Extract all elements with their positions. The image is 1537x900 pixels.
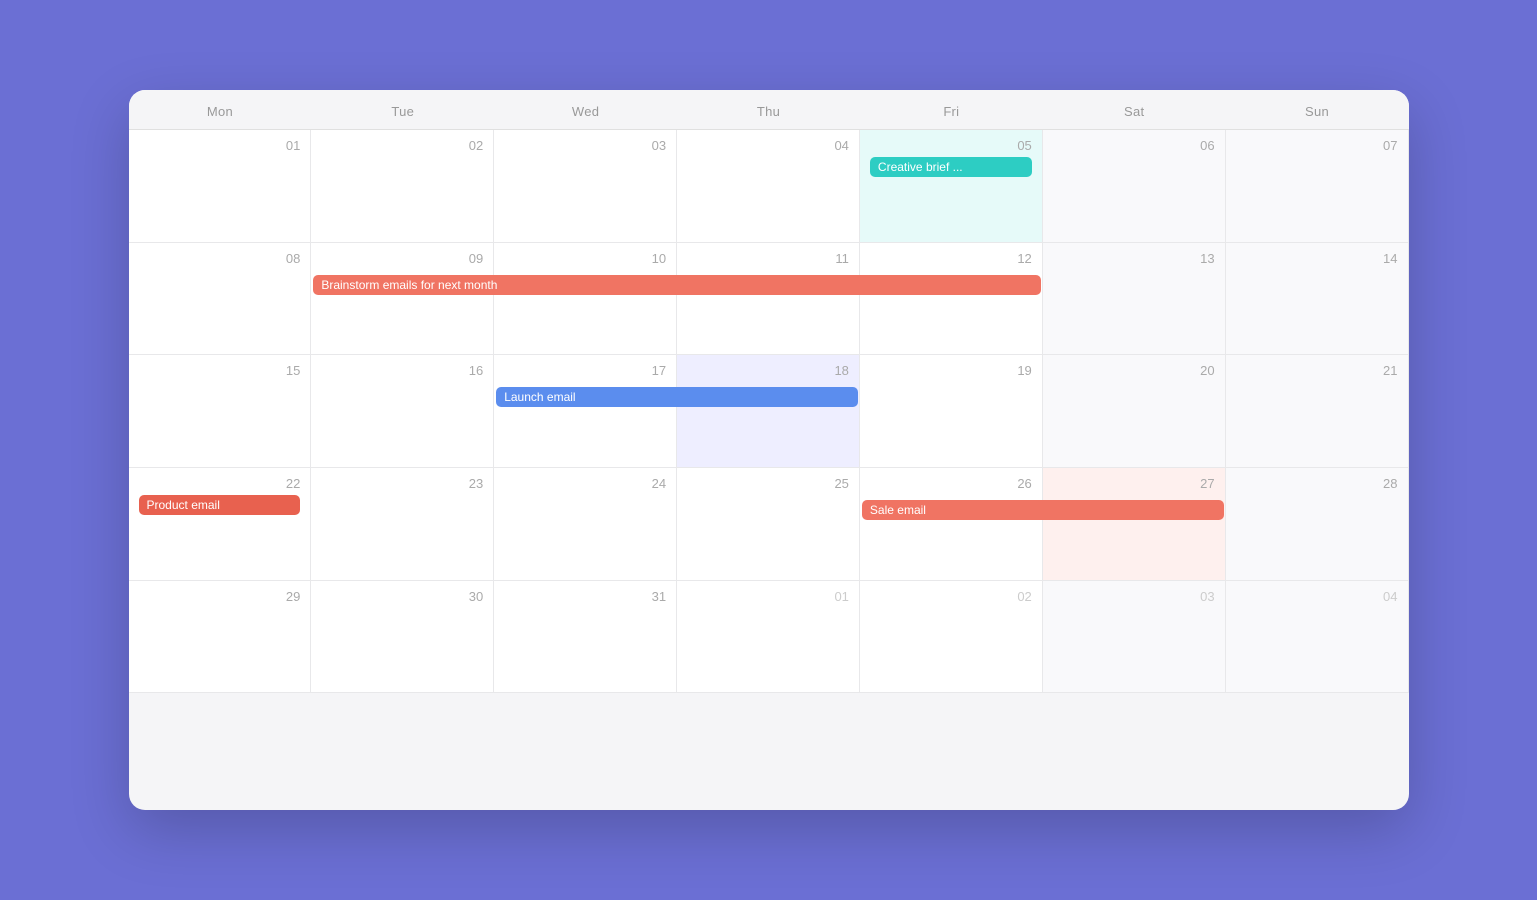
day-num: 11 [687, 251, 849, 266]
day-num: 08 [139, 251, 301, 266]
day-header-mon: Mon [129, 104, 312, 119]
day-num: 06 [1053, 138, 1215, 153]
day-num: 01 [687, 589, 849, 604]
day-num: 15 [139, 363, 301, 378]
cell-01[interactable]: 01 [129, 130, 312, 243]
calendar: Mon Tue Wed Thu Fri Sat Sun 01 02 03 04 … [129, 90, 1409, 810]
day-num: 14 [1236, 251, 1398, 266]
cell-09[interactable]: 09 [311, 243, 494, 356]
day-header-wed: Wed [494, 104, 677, 119]
day-num: 02 [870, 589, 1032, 604]
cell-23[interactable]: 23 [311, 468, 494, 581]
cell-29[interactable]: 29 [129, 581, 312, 694]
cell-10[interactable]: 10 [494, 243, 677, 356]
day-num: 16 [321, 363, 483, 378]
day-num: 18 [687, 363, 849, 378]
cell-25[interactable]: 25 [677, 468, 860, 581]
cell-11[interactable]: 11 [677, 243, 860, 356]
cell-27[interactable]: 27 [1043, 468, 1226, 581]
cell-19[interactable]: 19 [860, 355, 1043, 468]
cell-26[interactable]: 26 [860, 468, 1043, 581]
day-header-fri: Fri [860, 104, 1043, 119]
cell-next-02[interactable]: 02 [860, 581, 1043, 694]
day-num: 20 [1053, 363, 1215, 378]
cell-24[interactable]: 24 [494, 468, 677, 581]
event-product-email[interactable]: Product email [139, 495, 301, 515]
cell-next-04[interactable]: 04 [1226, 581, 1409, 694]
cell-03[interactable]: 03 [494, 130, 677, 243]
day-header-sat: Sat [1043, 104, 1226, 119]
day-num: 12 [870, 251, 1032, 266]
day-num: 21 [1236, 363, 1398, 378]
day-num: 09 [321, 251, 483, 266]
day-num: 01 [139, 138, 301, 153]
cell-14[interactable]: 14 [1226, 243, 1409, 356]
day-header-thu: Thu [677, 104, 860, 119]
day-header-tue: Tue [311, 104, 494, 119]
day-num: 29 [139, 589, 301, 604]
day-num: 17 [504, 363, 666, 378]
event-creative-brief[interactable]: Creative brief ... [870, 157, 1032, 177]
cell-28[interactable]: 28 [1226, 468, 1409, 581]
day-num: 19 [870, 363, 1032, 378]
day-num: 26 [870, 476, 1032, 491]
day-num: 04 [1236, 589, 1398, 604]
cell-07[interactable]: 07 [1226, 130, 1409, 243]
cell-20[interactable]: 20 [1043, 355, 1226, 468]
day-num: 05 [870, 138, 1032, 153]
cell-17[interactable]: 17 [494, 355, 677, 468]
cell-next-03[interactable]: 03 [1043, 581, 1226, 694]
day-header-sun: Sun [1226, 104, 1409, 119]
cell-22[interactable]: 22 Product email [129, 468, 312, 581]
cell-31[interactable]: 31 [494, 581, 677, 694]
day-num: 03 [504, 138, 666, 153]
day-num: 28 [1236, 476, 1398, 491]
calendar-header: Mon Tue Wed Thu Fri Sat Sun [129, 90, 1409, 130]
cell-08[interactable]: 08 [129, 243, 312, 356]
cell-04[interactable]: 04 [677, 130, 860, 243]
cell-13[interactable]: 13 [1043, 243, 1226, 356]
day-num: 02 [321, 138, 483, 153]
day-num: 24 [504, 476, 666, 491]
day-num: 03 [1053, 589, 1215, 604]
cell-18[interactable]: 18 [677, 355, 860, 468]
cell-15[interactable]: 15 [129, 355, 312, 468]
span-event[interactable]: Sale email [862, 500, 1224, 520]
calendar-grid: 01 02 03 04 05 Creative brief ... 06 07 … [129, 130, 1409, 806]
day-num: 30 [321, 589, 483, 604]
span-event[interactable]: Brainstorm emails for next month [313, 275, 1040, 295]
cell-next-01[interactable]: 01 [677, 581, 860, 694]
cell-12[interactable]: 12 [860, 243, 1043, 356]
span-event[interactable]: Launch email [496, 387, 858, 407]
cell-02[interactable]: 02 [311, 130, 494, 243]
day-num: 25 [687, 476, 849, 491]
day-num: 22 [139, 476, 301, 491]
day-num: 07 [1236, 138, 1398, 153]
cell-05[interactable]: 05 Creative brief ... [860, 130, 1043, 243]
day-num: 27 [1053, 476, 1215, 491]
cell-30[interactable]: 30 [311, 581, 494, 694]
day-num: 10 [504, 251, 666, 266]
day-num: 13 [1053, 251, 1215, 266]
day-num: 31 [504, 589, 666, 604]
day-num: 23 [321, 476, 483, 491]
day-num: 04 [687, 138, 849, 153]
cell-06[interactable]: 06 [1043, 130, 1226, 243]
cell-16[interactable]: 16 [311, 355, 494, 468]
cell-21[interactable]: 21 [1226, 355, 1409, 468]
